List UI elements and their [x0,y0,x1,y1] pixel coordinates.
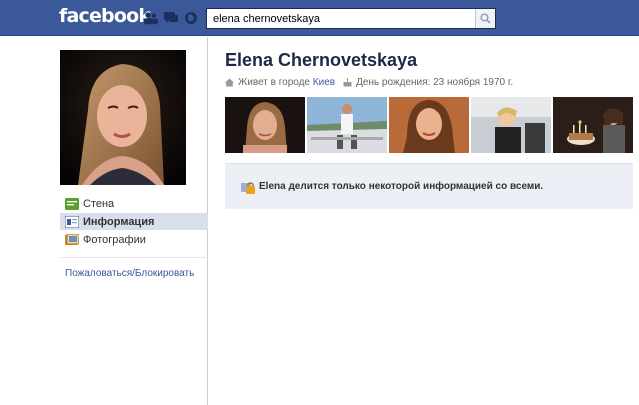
city-link[interactable]: Киев [313,77,335,88]
photo-strip [225,97,635,153]
privacy-notice: Elena делится только некоторой информаци… [225,163,633,209]
photo-thumbnail[interactable] [389,97,469,153]
search-input[interactable] [207,9,475,28]
home-icon [225,78,234,87]
top-bar: facebook [0,0,639,36]
facebook-logo[interactable]: facebook [59,5,151,27]
nav-item-info[interactable]: Информация [60,213,208,230]
profile-nav: Стена Информация Фотографии [60,195,208,249]
nav-label-photos: Фотографии [83,233,146,246]
search-icon [480,13,491,24]
birthday-text: День рождения: 23 ноября 1970 г. [356,77,514,88]
nav-label-wall: Стена [83,197,115,210]
profile-meta: Живет в городе Киев День рождения: 23 но… [225,77,513,88]
profile-picture[interactable] [60,50,186,185]
wall-icon [65,197,79,210]
photo-thumbnail[interactable] [471,97,551,153]
profile-name[interactable]: Elena Chernovetskaya [225,50,417,71]
left-column: Стена Информация Фотографии Пожаловаться… [0,37,208,405]
sidebar-divider [60,257,208,258]
info-icon [64,215,80,228]
nav-label-info: Информация [83,215,155,228]
photo-thumbnail[interactable] [553,97,633,153]
birthday-icon [343,78,352,87]
photo-thumbnail[interactable] [225,97,305,153]
lives-in-label: Живет в городе [238,77,310,88]
nav-item-wall[interactable]: Стена [60,195,208,212]
photos-icon [65,233,80,246]
notifications-icon[interactable] [183,11,199,25]
search-box [206,8,496,29]
messages-icon[interactable] [163,11,179,25]
privacy-notice-text: Elena делится только некоторой информаци… [259,181,544,192]
lock-icon [241,181,255,194]
friends-icon[interactable] [143,11,159,25]
report-block-link[interactable]: Пожаловаться/Блокировать [65,268,194,279]
nav-item-photos[interactable]: Фотографии [60,231,208,248]
search-button[interactable] [475,9,495,28]
photo-thumbnail[interactable] [307,97,387,153]
